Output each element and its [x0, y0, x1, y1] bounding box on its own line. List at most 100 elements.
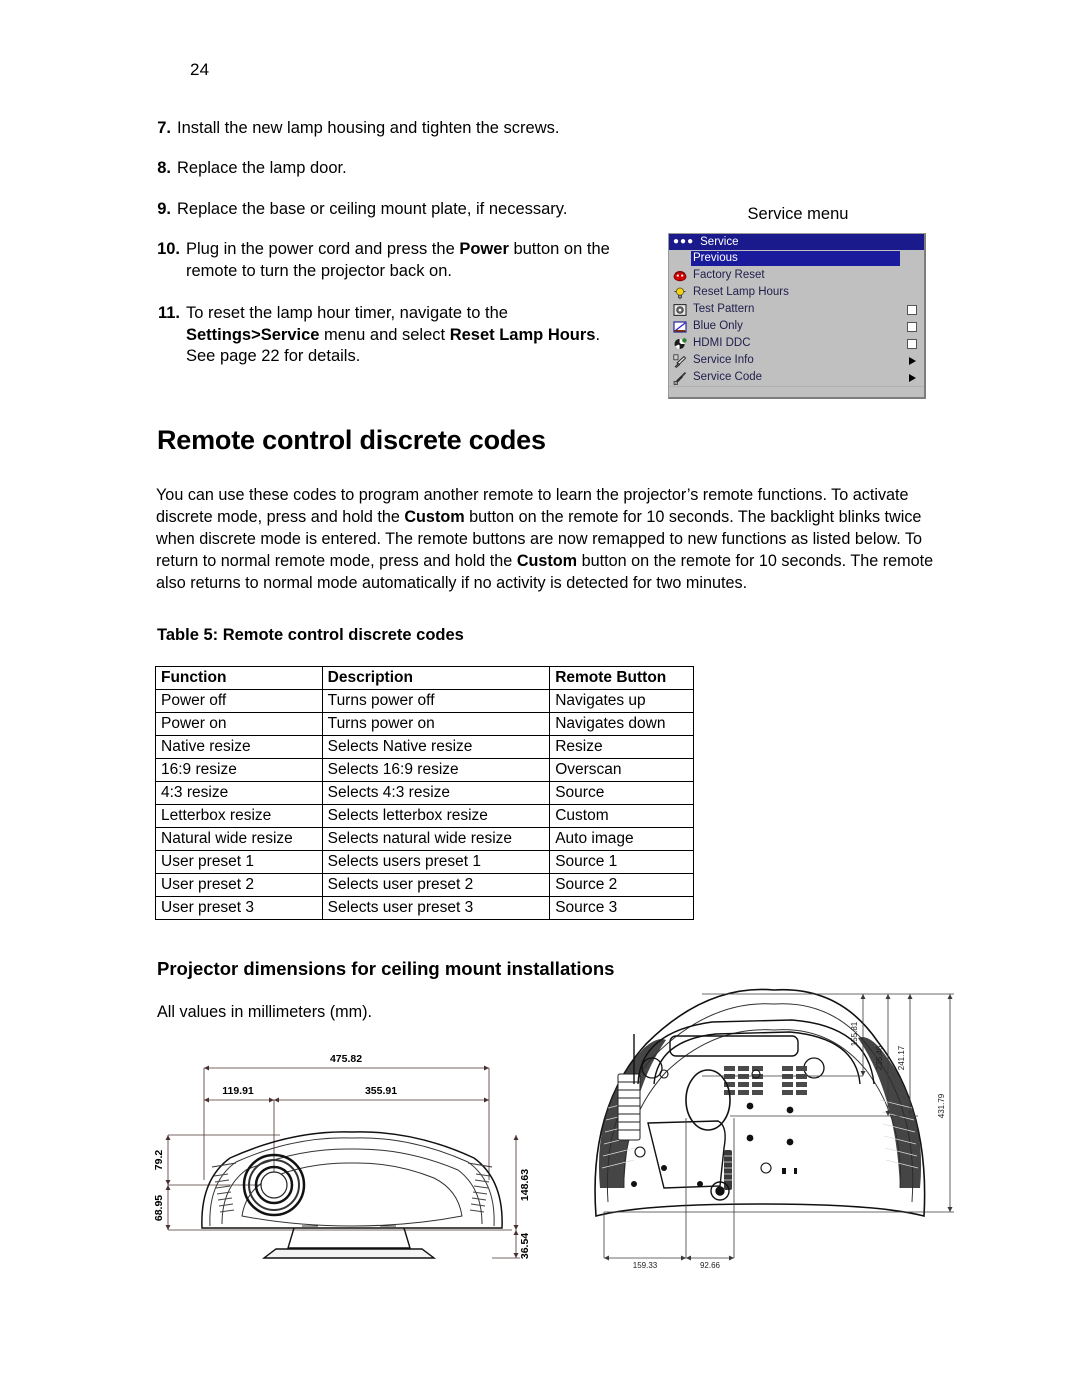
- table-cell-remote-button: Source 3: [549, 896, 694, 920]
- osd-checkbox[interactable]: [900, 321, 924, 332]
- osd-submenu-arrow[interactable]: [900, 373, 924, 382]
- step-text: Replace the base or ceiling mount plate,…: [177, 199, 568, 218]
- table-caption: Table 5: Remote control discrete codes: [157, 626, 464, 644]
- osd-item-label: Service Code: [693, 371, 763, 383]
- table-cell-description: Selects natural wide resize: [321, 827, 551, 851]
- column-header-description: Description: [321, 666, 551, 690]
- table-row: Power on Turns power on Navigates down: [155, 712, 694, 736]
- blue-only-icon: [669, 319, 691, 335]
- table-cell-function: Power on: [155, 712, 323, 736]
- osd-checkbox[interactable]: [900, 338, 924, 349]
- table-cell-function: Power off: [155, 689, 323, 713]
- table-cell-remote-button: Custom: [549, 804, 694, 828]
- osd-service-menu: ●●● Service Previous Factory Reset Reset…: [668, 233, 926, 399]
- table-cell-function: 4:3 resize: [155, 781, 323, 805]
- step-text: Plug in the power cord and press the Pow…: [186, 240, 610, 280]
- table-cell-function: Native resize: [155, 735, 323, 759]
- table-header-row: Function Description Remote Button: [155, 666, 694, 690]
- table-row: User preset 3 Selects user preset 3 Source…: [155, 896, 694, 920]
- hdmi-ddc-icon: [669, 336, 691, 352]
- page-title: Remote control discrete codes: [157, 425, 546, 455]
- osd-item-label: Reset Lamp Hours: [693, 286, 789, 298]
- table-row: Natural wide resize Selects natural wide …: [155, 827, 694, 851]
- step-number: 11.: [157, 304, 180, 323]
- dim-left-offset: 119.91: [222, 1085, 254, 1097]
- lamp-icon: [669, 285, 691, 301]
- step-text: To reset the lamp hour timer, navigate t…: [186, 304, 601, 366]
- table-cell-remote-button: Navigates down: [549, 712, 694, 736]
- table-cell-description: Selects 4:3 resize: [321, 781, 551, 805]
- table-cell-function: User preset 2: [155, 873, 323, 897]
- dim-right-offset: 355.91: [365, 1085, 397, 1097]
- osd-item-reset-lamp-hours[interactable]: Reset Lamp Hours: [669, 284, 924, 301]
- table-cell-description: Selects letterbox resize: [321, 804, 551, 828]
- list-item: 10. Plug in the power cord and press the…: [155, 239, 625, 282]
- osd-item-label: Blue Only: [693, 320, 743, 332]
- osd-item-label: Test Pattern: [693, 303, 755, 315]
- table-cell-remote-button: Auto image: [549, 827, 694, 851]
- table-cell-remote-button: Resize: [549, 735, 694, 759]
- table-cell-description: Selects 16:9 resize: [321, 758, 551, 782]
- dim-width-1: 159.33: [633, 1261, 658, 1270]
- remote-discrete-codes-table: Function Description Remote Button Power…: [155, 666, 694, 920]
- dim-lens-height-upper: 79.2: [153, 1150, 165, 1171]
- table-cell-remote-button: Overscan: [549, 758, 694, 782]
- osd-item-service-info[interactable]: Service Info: [669, 352, 924, 369]
- table-cell-remote-button: Navigates up: [549, 689, 694, 713]
- osd-title-bar: ●●● Service: [669, 234, 924, 250]
- section-paragraph: You can use these codes to program anoth…: [156, 486, 934, 593]
- table-row: Letterbox resize Selects letterbox resize…: [155, 804, 694, 828]
- step-number: 7.: [157, 119, 171, 137]
- table-row: 16:9 resize Selects 16:9 resize Overscan: [155, 758, 694, 782]
- table-cell-function: User preset 3: [155, 896, 323, 920]
- osd-item-label: Service Info: [693, 354, 754, 366]
- test-pattern-icon: [669, 302, 691, 318]
- osd-item-previous[interactable]: Previous: [669, 250, 924, 267]
- list-item: 7. Install the new lamp housing and tigh…: [155, 118, 625, 139]
- table-cell-description: Selects user preset 2: [321, 873, 551, 897]
- table-cell-description: Turns power off: [321, 689, 551, 713]
- step-text: Replace the lamp door.: [177, 159, 347, 178]
- units-note: All values in millimeters (mm).: [157, 1003, 372, 1021]
- dim-width-2: 92.66: [700, 1261, 721, 1270]
- osd-item-factory-reset[interactable]: Factory Reset: [669, 267, 924, 284]
- projector-front-view-drawing: 475.82 119.91 355.91 79.2 68.95 148.63 3…: [152, 1030, 552, 1272]
- step-number: 8.: [157, 159, 171, 178]
- osd-item-test-pattern[interactable]: Test Pattern: [669, 301, 924, 318]
- service-menu-figure: Service menu ●●● Service Previous Factor…: [668, 205, 928, 399]
- table-cell-description: Selects users preset 1: [321, 850, 551, 874]
- dim-lens-height-lower: 68.95: [153, 1195, 165, 1221]
- section-subtitle: Projector dimensions for ceiling mount i…: [157, 958, 615, 979]
- osd-footer: [669, 386, 924, 395]
- dim-depth-4: 431.79: [937, 1093, 946, 1118]
- osd-checkbox[interactable]: [900, 304, 924, 315]
- step-number: 9.: [157, 199, 171, 218]
- instruction-step-list: 7. Install the new lamp housing and tigh…: [155, 118, 625, 387]
- dim-overall-width: 475.82: [330, 1053, 362, 1065]
- table-row: User preset 1 Selects users preset 1 Sourc…: [155, 850, 694, 874]
- table-cell-function: User preset 1: [155, 850, 323, 874]
- osd-submenu-arrow[interactable]: [900, 356, 924, 365]
- list-item: 9. Replace the base or ceiling mount pla…: [155, 199, 625, 220]
- osd-title-label: Service: [700, 236, 739, 248]
- dim-foot-height: 36.54: [519, 1233, 531, 1259]
- table-cell-function: Natural wide resize: [155, 827, 323, 851]
- table-row: Power off Turns power off Navigates up: [155, 689, 694, 713]
- table-row: 4:3 resize Selects 4:3 resize Source: [155, 781, 694, 805]
- osd-item-hdmi-ddc[interactable]: HDMI DDC: [669, 335, 924, 352]
- osd-item-label: HDMI DDC: [693, 337, 751, 349]
- table-cell-description: Turns power on: [321, 712, 551, 736]
- column-header-remote-button: Remote Button: [549, 666, 694, 690]
- factory-reset-icon: [669, 268, 691, 284]
- figure-caption: Service menu: [747, 205, 849, 223]
- osd-item-blue-only[interactable]: Blue Only: [669, 318, 924, 335]
- service-info-icon: [669, 353, 691, 369]
- list-item: 8. Replace the lamp door.: [155, 158, 625, 179]
- osd-item-service-code[interactable]: Service Code: [669, 369, 924, 386]
- table-cell-remote-button: Source 1: [549, 850, 694, 874]
- no-icon: [669, 251, 691, 267]
- table-cell-function: 16:9 resize: [155, 758, 323, 782]
- dim-depth-2: 235.46: [875, 1045, 884, 1070]
- page-number: 24: [190, 60, 210, 79]
- osd-item-label: Previous: [691, 251, 900, 266]
